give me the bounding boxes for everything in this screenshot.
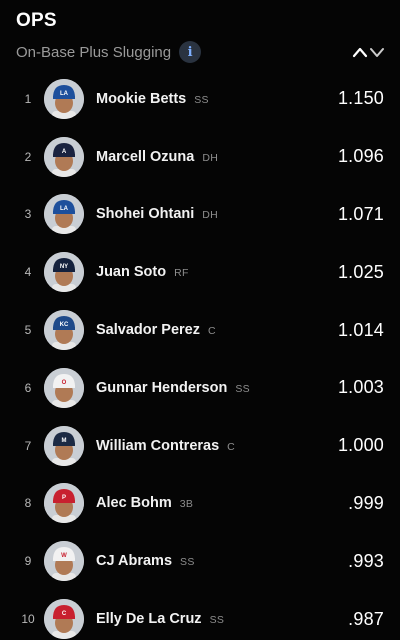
- leaderboard-row[interactable]: 9 W CJ Abrams SS .993: [0, 532, 400, 590]
- player-position: SS: [180, 556, 195, 569]
- leaderboard-list: 1 LA Mookie Betts SS 1.150 2 A Marcell Ozuna DH 1…: [0, 70, 400, 640]
- ops-value: 1.025: [337, 261, 384, 282]
- leaderboard-row[interactable]: 5 KC Salvador Perez C 1.014: [0, 301, 400, 359]
- leaderboard-row[interactable]: 1 LA Mookie Betts SS 1.150: [0, 70, 400, 128]
- page-title: OPS: [16, 10, 57, 31]
- leaderboard-row[interactable]: 7 M William Contreras C 1.000: [0, 417, 400, 475]
- player-position: 3B: [179, 498, 194, 511]
- player-position: SS: [194, 93, 209, 106]
- rank-number: 6: [24, 380, 32, 395]
- player-name[interactable]: Elly De La Cruz: [96, 611, 202, 627]
- svg-text:LA: LA: [60, 91, 69, 97]
- player-position: DH: [202, 151, 219, 164]
- leaderboard-row[interactable]: 8 P Alec Bohm 3B .999: [0, 475, 400, 533]
- rank-number: 8: [24, 496, 32, 511]
- player-name-group: CJ Abrams SS: [96, 553, 195, 569]
- player-name-group: Marcell Ozuna DH: [96, 149, 218, 165]
- leaderboard-row[interactable]: 3 LA Shohei Ohtani DH 1.071: [0, 186, 400, 244]
- svg-text:A: A: [62, 149, 67, 155]
- player-position: C: [207, 325, 216, 338]
- player-headshot-avatar: P: [44, 483, 84, 524]
- rank-number: 9: [24, 554, 32, 569]
- player-name-group: Alec Bohm 3B: [96, 495, 193, 511]
- rank-number: 7: [24, 438, 32, 453]
- rank-number: 4: [24, 265, 32, 280]
- player-name[interactable]: CJ Abrams: [96, 553, 172, 569]
- player-name[interactable]: Alec Bohm: [96, 495, 172, 511]
- ops-value: 1.071: [337, 203, 384, 224]
- svg-text:P: P: [62, 495, 66, 501]
- svg-text:O: O: [62, 380, 67, 386]
- stat-description: On-Base Plus Slugging: [16, 43, 172, 61]
- player-name[interactable]: Shohei Ohtani: [96, 206, 194, 222]
- subtitle-row: On-Base Plus Slugging i: [16, 40, 202, 64]
- player-headshot-avatar: KC: [44, 310, 84, 351]
- svg-text:NY: NY: [60, 264, 68, 270]
- player-name-group: Salvador Perez C: [96, 322, 216, 338]
- leaderboard-row[interactable]: 10 C Elly De La Cruz SS .987: [0, 590, 400, 640]
- info-icon[interactable]: i: [179, 41, 202, 63]
- player-name[interactable]: Marcell Ozuna: [96, 149, 194, 165]
- player-headshot-avatar: NY: [44, 252, 84, 293]
- player-name[interactable]: Mookie Betts: [96, 91, 186, 107]
- rank-number: 5: [24, 323, 32, 338]
- ops-value: 1.000: [337, 435, 384, 456]
- player-name-group: Shohei Ohtani DH: [96, 206, 218, 222]
- player-name-group: Mookie Betts SS: [96, 91, 209, 107]
- player-name[interactable]: Juan Soto: [96, 264, 166, 280]
- leaderboard-screen: OPS On-Base Plus Slugging i 1 LA Mookie Be…: [0, 0, 400, 640]
- rank-number: 2: [24, 149, 32, 164]
- player-position: SS: [235, 382, 250, 395]
- sort-toggle-button[interactable]: [352, 41, 386, 63]
- leaderboard-row[interactable]: 4 NY Juan Soto RF 1.025: [0, 243, 400, 301]
- player-name[interactable]: Gunnar Henderson: [96, 380, 227, 396]
- player-headshot-avatar: A: [44, 136, 84, 177]
- player-name-group: Gunnar Henderson SS: [96, 380, 250, 396]
- info-icon-glyph: i: [187, 44, 193, 60]
- ops-value: 1.096: [337, 146, 384, 167]
- svg-text:C: C: [62, 611, 67, 617]
- leaderboard-row[interactable]: 2 A Marcell Ozuna DH 1.096: [0, 128, 400, 186]
- svg-text:LA: LA: [60, 206, 69, 212]
- player-headshot-avatar: C: [44, 599, 84, 640]
- player-position: C: [227, 440, 236, 453]
- player-headshot-avatar: LA: [44, 194, 84, 235]
- ops-value: .993: [348, 550, 384, 571]
- ops-value: .987: [348, 608, 384, 629]
- svg-text:W: W: [61, 553, 67, 559]
- rank-number: 10: [21, 612, 35, 627]
- player-name-group: Juan Soto RF: [96, 264, 189, 280]
- player-position: SS: [209, 614, 225, 627]
- player-name-group: William Contreras C: [96, 438, 235, 454]
- player-name[interactable]: William Contreras: [96, 438, 219, 454]
- player-name[interactable]: Salvador Perez: [96, 322, 200, 338]
- player-position: DH: [202, 209, 219, 222]
- player-headshot-avatar: LA: [44, 78, 84, 119]
- rank-number: 3: [24, 207, 32, 222]
- chevron-up-down-icon: [352, 47, 384, 58]
- rank-number: 1: [24, 91, 32, 106]
- svg-text:M: M: [62, 438, 67, 444]
- player-headshot-avatar: M: [44, 425, 84, 466]
- player-headshot-avatar: W: [44, 541, 84, 582]
- player-headshot-avatar: O: [44, 367, 84, 408]
- ops-value: 1.014: [337, 319, 384, 340]
- player-position: RF: [174, 267, 189, 280]
- ops-value: 1.003: [337, 377, 384, 398]
- ops-value: .999: [348, 492, 384, 513]
- ops-value: 1.150: [337, 88, 384, 109]
- leaderboard-row[interactable]: 6 O Gunnar Henderson SS 1.003: [0, 359, 400, 417]
- svg-text:KC: KC: [60, 322, 69, 328]
- player-name-group: Elly De La Cruz SS: [96, 611, 224, 627]
